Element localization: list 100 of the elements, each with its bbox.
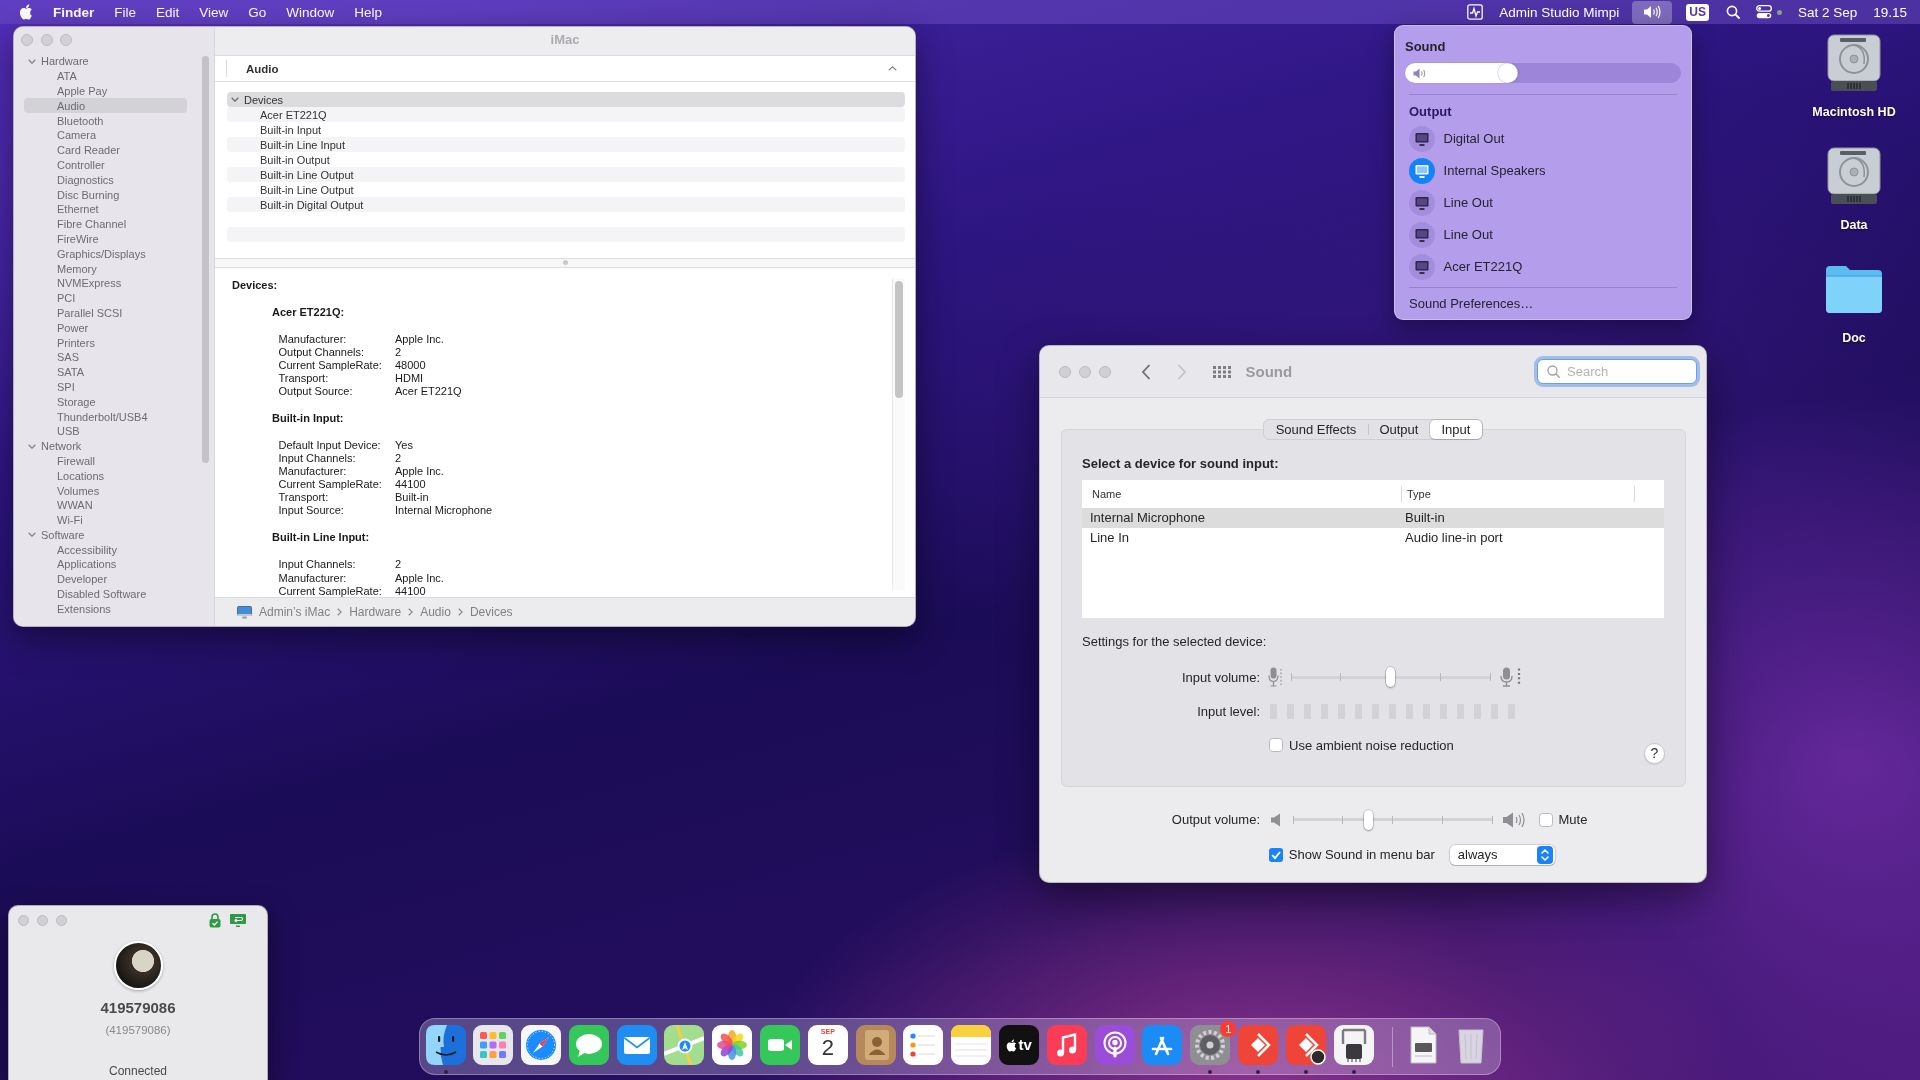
menu-bar-item[interactable]: Admin Studio Mimpi [1492,0,1627,24]
tree-row[interactable]: Built-in Line Output [227,167,905,182]
column-header[interactable]: Audio [215,55,915,82]
sidebar-item[interactable]: ATA [24,68,187,84]
menu-item[interactable]: Acer ET221Q [1405,250,1681,283]
tree-row[interactable]: Built-in Line Output [227,182,905,197]
sidebar-group[interactable]: Network [24,438,187,454]
menu-item[interactable]: Line Out [1405,218,1681,251]
tree-row[interactable]: Built-in Line Input [227,137,905,152]
tab[interactable]: Input [1429,419,1482,439]
chevron-down-icon[interactable] [231,97,239,102]
sidebar-item[interactable]: SAS [24,349,187,365]
address-book-icon[interactable] [855,1025,896,1065]
desktop-icon-label[interactable]: Doc [1842,329,1866,346]
sidebar-item[interactable]: NVMExpress [24,275,187,291]
sidebar-item[interactable]: Printers [24,335,187,350]
sidebar-item[interactable]: WWAN [24,497,187,513]
sidebar-group[interactable]: Hardware [24,54,187,69]
tv-tile[interactable]: tv [999,1025,1040,1065]
table-row[interactable]: Internal Microphone Built-in [1082,507,1664,528]
microphone-waves-icon[interactable] [1094,1025,1135,1065]
sidebar-item[interactable]: Apple Pay [24,83,187,99]
sidebar-item[interactable]: FireWire [24,231,187,247]
diamond-avatar-icon[interactable] [1285,1025,1326,1065]
hard-drive-icon[interactable] [1826,147,1882,205]
gear-icon[interactable] [1190,1025,1231,1065]
menu-item[interactable]: Sound Preferences… [1405,294,1681,312]
input-source-button[interactable]: US [1686,3,1709,21]
menu-bar-item[interactable]: View [189,1,239,23]
menu-bar-item[interactable]: 19.15 [1866,0,1914,24]
menu-item[interactable]: Digital Out [1405,122,1681,155]
sidebar-item[interactable]: Developer [24,571,187,587]
sidebar-item[interactable]: Applications [24,557,187,572]
map-icon[interactable] [664,1025,705,1065]
help-button[interactable]: ? [1644,743,1665,765]
sidebar-item[interactable]: Locations [24,468,187,484]
sidebar-item[interactable]: Memory [24,261,187,276]
grid-icon[interactable] [1213,365,1232,378]
menu-bar-item[interactable]: Window [276,1,345,23]
breadcrumb-item[interactable]: Devices [469,605,513,619]
sidebar-item[interactable]: Card Reader [24,142,187,158]
checkbox-label[interactable]: Mute [1558,812,1588,828]
sidebar-item[interactable]: Camera [24,128,187,143]
sidebar-item[interactable]: Extensions [24,601,187,617]
compass-icon[interactable] [521,1025,562,1065]
music-note-icon[interactable] [1046,1025,1087,1065]
tab[interactable]: Sound Effects [1264,419,1368,439]
chip-caliper-icon[interactable] [1333,1025,1374,1065]
menu-bar-item[interactable]: File [104,1,147,23]
flower-icon[interactable] [712,1025,753,1065]
scrollbar-thumb[interactable] [895,280,903,398]
sidebar-item[interactable]: Audio [24,98,187,114]
tree-row[interactable]: Acer ET221Q [227,107,905,122]
scrollbar-thumb[interactable] [202,56,209,463]
sidebar-item[interactable]: Disc Burning [24,187,187,202]
sidebar-item[interactable]: Thunderbolt/USB4 [24,409,187,424]
checkbox[interactable] [1269,738,1283,753]
checkbox-label[interactable]: Use ambient noise reduction [1289,737,1454,753]
tree-row[interactable]: Built-in Input [227,122,905,137]
envelope-icon[interactable] [616,1025,657,1065]
column-header[interactable]: Type [1401,485,1634,502]
menu-bar-item[interactable]: Help [344,1,393,23]
breadcrumb-item[interactable]: Admin’s iMac [259,605,331,619]
menu-bar-item[interactable]: Sat 2 Sep [1790,0,1865,24]
slider-thumb[interactable] [1364,809,1374,830]
notepad-icon[interactable] [951,1025,992,1065]
tree-row[interactable]: Devices [227,92,905,107]
letter-a-icon[interactable] [1142,1025,1183,1065]
sidebar-item[interactable]: Diagnostics [24,172,187,188]
desktop-icon-label[interactable]: Data [1840,216,1868,233]
sidebar-item[interactable]: Ethernet [24,201,187,217]
tree-row[interactable]: Built-in Digital Output [227,197,905,212]
desktop-icon-label[interactable]: Macintosh HD [1812,103,1896,120]
sidebar-item[interactable]: Accessibility [24,542,187,558]
sidebar-item[interactable]: Volumes [24,483,187,498]
menu-bar-item[interactable]: Finder [43,1,105,23]
menu-bar-item[interactable]: Go [238,1,277,23]
split-handle-icon[interactable] [562,260,568,266]
sidebar-item[interactable]: USB [24,423,187,439]
speech-bubble-icon[interactable] [568,1025,609,1065]
sidebar-item[interactable]: Fibre Channel [24,216,187,232]
dropdown[interactable]: always [1449,844,1555,865]
back-button[interactable] [1140,363,1151,380]
sidebar-item[interactable]: Parallel SCSI [24,305,187,321]
sidebar-item[interactable]: Graphics/Displays [24,246,187,262]
status-menu-button[interactable] [1632,0,1673,24]
sidebar-item[interactable]: Disabled Software [24,586,187,602]
breadcrumb-item[interactable]: Audio [420,605,451,619]
breadcrumb-item[interactable]: Hardware [349,605,402,619]
sidebar-group[interactable]: Software [24,527,187,543]
chevron-down-icon[interactable] [28,532,36,538]
sidebar-item[interactable]: Power [24,320,187,336]
video-camera-icon[interactable] [760,1025,801,1065]
tab[interactable]: Output [1367,419,1430,439]
slider-thumb[interactable] [1386,667,1395,688]
sidebar-item[interactable]: SPI [24,379,187,395]
sidebar-item[interactable]: Storage [24,394,187,410]
search-field[interactable]: Search [1537,358,1697,385]
sidebar-item[interactable]: Wi-Fi [24,512,187,528]
menu-item[interactable]: Line Out [1405,186,1681,219]
